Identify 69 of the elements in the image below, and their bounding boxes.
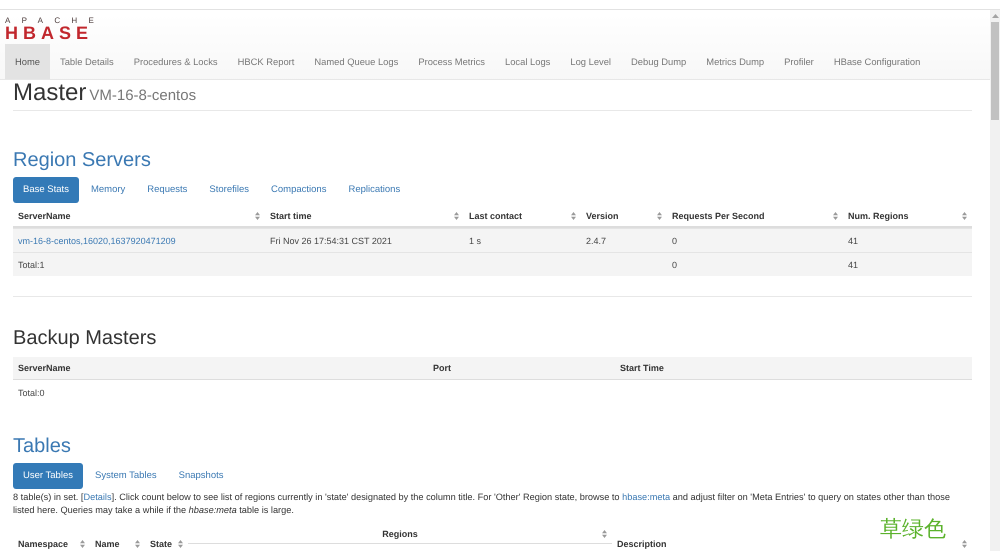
table-cell: 0 xyxy=(672,260,678,270)
section-title: Tables xyxy=(13,434,72,459)
sort-icon[interactable] xyxy=(962,540,967,548)
tab[interactable]: Storefiles xyxy=(199,177,260,203)
sort-icon[interactable] xyxy=(657,212,662,220)
nav-link[interactable]: Home xyxy=(5,44,50,79)
tab[interactable]: User Tables xyxy=(13,463,83,489)
tab[interactable]: Requests xyxy=(137,177,198,203)
nav-link[interactable]: Process Metrics xyxy=(408,44,495,79)
sort-icon[interactable] xyxy=(833,212,838,220)
sort-icon[interactable] xyxy=(454,212,459,220)
column-header: ServerName xyxy=(18,210,71,220)
nav-link[interactable]: Profiler xyxy=(774,44,824,79)
overlay-caption: 草绿色 xyxy=(880,517,946,541)
sort-icon[interactable] xyxy=(571,212,576,220)
nav-link[interactable]: Table Details xyxy=(50,44,124,79)
sort-icon[interactable] xyxy=(255,212,260,220)
table-cell: Total:1 xyxy=(18,260,45,270)
nav-link[interactable]: Named Queue Logs xyxy=(304,44,408,79)
column-header: Requests Per Second xyxy=(672,210,765,220)
table-cell: 41 xyxy=(848,236,858,246)
section-title: Backup Masters xyxy=(13,326,158,351)
column-header: Description xyxy=(617,538,667,548)
sort-icon[interactable] xyxy=(80,540,85,548)
column-header: ServerName xyxy=(18,363,71,373)
scrollbar-thumb[interactable] xyxy=(991,22,999,120)
text-link[interactable]: Details xyxy=(83,492,112,502)
nav-link[interactable]: Log Level xyxy=(560,44,622,79)
column-header: Start time xyxy=(270,210,312,220)
nav-link[interactable]: Local Logs xyxy=(495,44,560,79)
table-cell: 2.4.7 xyxy=(586,236,606,246)
nav-link[interactable]: Debug Dump xyxy=(621,44,696,79)
nav-link[interactable]: Metrics Dump xyxy=(696,44,774,79)
nav-link[interactable]: HBCK Report xyxy=(228,44,304,79)
nav-link[interactable]: HBase Configuration xyxy=(824,44,930,79)
table-cell: 41 xyxy=(848,260,858,270)
column-header: Namespace xyxy=(18,538,68,548)
sort-icon[interactable] xyxy=(135,540,140,548)
server-link[interactable]: vm-16-8-centos,16020,1637920471209 xyxy=(18,236,176,246)
sort-icon[interactable] xyxy=(962,212,967,220)
table-cell: 0 xyxy=(672,236,678,246)
tables-description: 8 table(s) in set. [Details]. Click count below to see list of regions currently in 'state' designated by the column title. For 'Other' Region state, browse to hbase:meta and adjust filter on 'Meta Entries' to query on states other than those listed here. Queries may take a while if the hbase:meta table is large. xyxy=(13,491,951,517)
host-name: VM-16-8-centos xyxy=(89,87,196,104)
nav-link[interactable]: Procedures & Locks xyxy=(124,44,228,79)
column-header: Regions xyxy=(381,528,419,538)
table-cell: Total:0 xyxy=(18,388,45,398)
logo-tagline: APACHE xyxy=(5,16,106,25)
column-header: Name xyxy=(95,538,120,548)
sort-icon[interactable] xyxy=(178,540,183,548)
column-header: Num. Regions xyxy=(848,210,909,220)
column-header: Start Time xyxy=(620,363,664,373)
table-cell: 1 s xyxy=(469,236,482,246)
section-title: Region Servers xyxy=(13,148,152,173)
table-cell: Fri Nov 26 17:54:31 CST 2021 xyxy=(270,236,392,246)
text-link[interactable]: hbase:meta xyxy=(622,492,670,502)
logo-wordmark[interactable]: HBASE xyxy=(5,25,94,42)
tab[interactable]: Replications xyxy=(338,177,410,203)
tab[interactable]: Memory xyxy=(80,177,136,203)
page-title: Master xyxy=(13,79,86,106)
column-header: Port xyxy=(433,363,451,373)
column-header: State xyxy=(150,538,172,548)
tab[interactable]: Base Stats xyxy=(13,177,79,203)
tab[interactable]: Compactions xyxy=(261,177,336,203)
tab[interactable]: System Tables xyxy=(85,463,167,489)
column-header: Last contact xyxy=(469,210,522,220)
sort-icon[interactable] xyxy=(602,530,607,538)
column-header: Version xyxy=(586,210,619,220)
tab[interactable]: Snapshots xyxy=(168,463,234,489)
scroll-up-icon[interactable] xyxy=(992,14,998,18)
